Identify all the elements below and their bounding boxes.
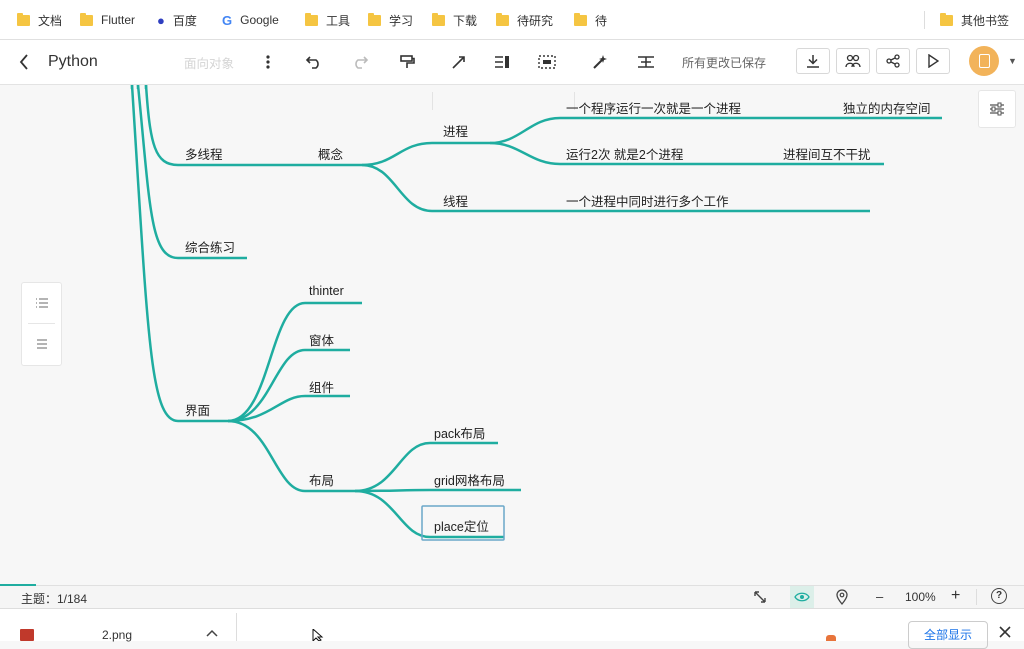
node-pack[interactable]: pack布局 bbox=[434, 423, 485, 442]
node-thinter[interactable]: thinter bbox=[309, 284, 344, 298]
node-process-desc2-sub[interactable]: 进程间互不干扰 bbox=[783, 144, 871, 163]
node-ui[interactable]: 界面 bbox=[185, 400, 210, 419]
faded-node-label: 面向对象 bbox=[184, 56, 235, 71]
zoom-level: 100% bbox=[905, 590, 936, 604]
mouse-cursor-icon bbox=[312, 627, 324, 644]
outline-panel bbox=[21, 282, 62, 366]
zoom-in-button[interactable]: + bbox=[951, 587, 960, 605]
node-process[interactable]: 进程 bbox=[443, 121, 468, 140]
format-painter-icon[interactable] bbox=[395, 40, 419, 84]
present-button[interactable] bbox=[916, 48, 950, 74]
bookmark-docs[interactable]: 文档 bbox=[17, 11, 62, 29]
bookmark-flutter[interactable]: Flutter bbox=[80, 11, 135, 29]
node-process-desc2[interactable]: 运行2次 就是2个进程 bbox=[566, 144, 683, 163]
progress-indicator bbox=[0, 584, 36, 586]
status-bar: 主题：1/184 – 100% + ? bbox=[0, 584, 1024, 608]
node-concept[interactable]: 概念 bbox=[318, 144, 343, 163]
bookmarks-bar: 文档 Flutter ● 百度 G Google 工具 学习 下载 待研究 待 其他… bbox=[0, 0, 1024, 40]
bookmark-baidu[interactable]: ● 百度 bbox=[157, 11, 197, 29]
list-icon[interactable] bbox=[22, 324, 61, 364]
redo-icon[interactable] bbox=[348, 40, 372, 84]
baidu-icon: ● bbox=[157, 12, 165, 28]
mindmap-canvas[interactable]: 多线程 概念 进程 一个程序运行一次就是一个进程 独立的内存空间 运行2次 就是… bbox=[0, 85, 1024, 585]
node-process-desc1-sub[interactable]: 独立的内存空间 bbox=[843, 98, 931, 117]
outline-icon[interactable] bbox=[22, 283, 61, 323]
folder-icon bbox=[17, 12, 30, 26]
topic-count: 主题：1/184 bbox=[21, 592, 88, 606]
help-icon[interactable]: ? bbox=[991, 588, 1007, 604]
export-button[interactable] bbox=[796, 48, 830, 74]
structure-icon[interactable] bbox=[634, 40, 658, 84]
fit-view-icon[interactable] bbox=[752, 589, 768, 608]
folder-icon bbox=[368, 12, 381, 26]
close-icon[interactable] bbox=[999, 626, 1011, 641]
folder-icon bbox=[496, 12, 509, 26]
user-icon bbox=[978, 54, 990, 68]
share-icon bbox=[886, 54, 900, 68]
bookmark-study[interactable]: 学习 bbox=[368, 11, 413, 29]
image-file-icon bbox=[20, 629, 34, 641]
collaborate-icon bbox=[845, 54, 861, 68]
boundary-icon[interactable] bbox=[535, 40, 559, 84]
share-button[interactable] bbox=[876, 48, 910, 74]
save-status: 所有更改已保存 bbox=[682, 55, 767, 70]
node-practice[interactable]: 综合练习 bbox=[185, 237, 235, 256]
divider bbox=[924, 11, 925, 29]
google-icon: G bbox=[222, 12, 233, 28]
node-widget[interactable]: 组件 bbox=[309, 377, 334, 396]
back-icon[interactable] bbox=[12, 40, 36, 84]
folder-icon bbox=[940, 12, 953, 26]
status-divider bbox=[976, 589, 977, 605]
folder-icon bbox=[80, 12, 93, 26]
bookmark-google[interactable]: G Google bbox=[222, 11, 279, 29]
undo-icon[interactable] bbox=[302, 40, 326, 84]
bookmark-other[interactable]: 其他书签 bbox=[940, 11, 1009, 29]
avatar[interactable] bbox=[969, 46, 999, 76]
summary-icon[interactable] bbox=[490, 40, 514, 84]
app-toolbar: Python 面向对象 所有更改已保存 bbox=[0, 40, 1024, 110]
folder-icon bbox=[574, 12, 587, 26]
node-window[interactable]: 窗体 bbox=[309, 330, 334, 349]
chevron-up-icon[interactable] bbox=[206, 626, 218, 640]
bookmark-research[interactable]: 待研究 bbox=[496, 11, 553, 29]
node-place[interactable]: place定位 bbox=[434, 516, 489, 535]
node-layout[interactable]: 布局 bbox=[309, 470, 334, 489]
node-grid[interactable]: grid网格布局 bbox=[434, 470, 505, 489]
play-icon bbox=[928, 54, 939, 68]
download-divider bbox=[236, 613, 237, 641]
sliders-icon bbox=[990, 102, 1004, 116]
folder-icon bbox=[305, 12, 318, 26]
partial-icon bbox=[826, 635, 836, 641]
show-all-button[interactable]: 全部显示 bbox=[908, 621, 988, 649]
connector-icon[interactable] bbox=[447, 40, 471, 84]
collaborate-button[interactable] bbox=[836, 48, 870, 74]
document-title[interactable]: Python bbox=[48, 40, 98, 84]
node-thread[interactable]: 线程 bbox=[443, 191, 468, 210]
zoom-out-button[interactable]: – bbox=[876, 589, 883, 604]
location-icon[interactable] bbox=[836, 589, 848, 608]
node-thread-desc[interactable]: 一个进程中同时进行多个工作 bbox=[566, 191, 729, 210]
node-process-desc1[interactable]: 一个程序运行一次就是一个进程 bbox=[566, 98, 741, 117]
format-panel-button[interactable] bbox=[978, 90, 1016, 128]
eye-icon[interactable] bbox=[790, 586, 814, 608]
folder-icon bbox=[432, 12, 445, 26]
downloads-bar: 2.png 全部显示 bbox=[0, 608, 1024, 649]
bookmark-download[interactable]: 下载 bbox=[432, 11, 477, 29]
bookmark-tools[interactable]: 工具 bbox=[305, 11, 350, 29]
magic-icon[interactable] bbox=[588, 40, 612, 84]
bookmark-pending[interactable]: 待 bbox=[574, 11, 607, 29]
download-icon bbox=[807, 55, 819, 68]
chevron-down-icon[interactable]: ▼ bbox=[1008, 56, 1017, 66]
more-icon[interactable] bbox=[258, 40, 278, 84]
node-multithread[interactable]: 多线程 bbox=[185, 144, 223, 163]
